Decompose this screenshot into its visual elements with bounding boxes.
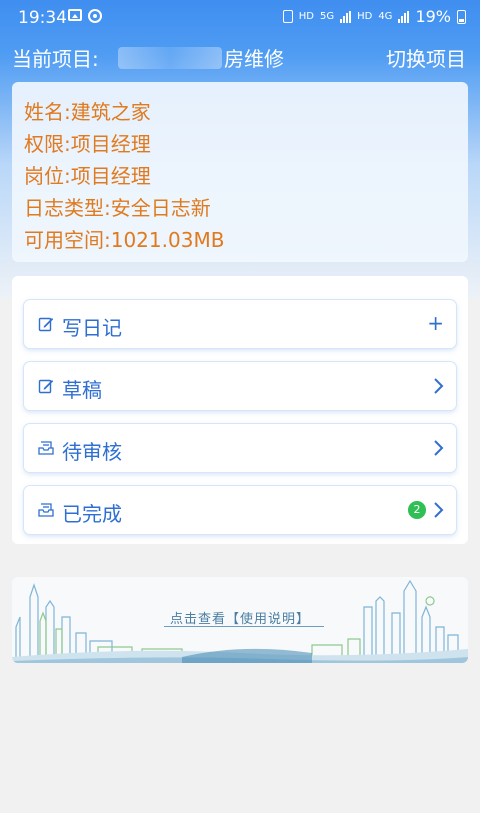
status-bar: 19:34 HD 5G HD 4G 19% [0,0,480,36]
write-diary-label: 写日记 [62,316,122,340]
pending-review-label: 待审核 [62,440,122,464]
write-diary-item[interactable]: 写日记 + [24,300,456,348]
inbox-icon [38,441,54,455]
5g-label: 5G [319,11,335,22]
info-permission: 权限:项目经理 [24,132,151,156]
switch-project-button[interactable]: 切换项目 [386,43,466,72]
hd-label-2: HD [357,11,373,22]
status-right: HD 5G HD 4G 19% [282,7,466,26]
status-left-icons [68,9,102,23]
4g-label: 4G [378,11,393,22]
instructions-banner[interactable]: 点击查看【使用说明】 [12,577,468,663]
add-icon: + [427,311,444,335]
chevron-right-icon [434,378,444,394]
menu-card: 写日记 + 草稿 待审核 已完成 2 [12,276,468,544]
sim-icon [282,10,293,23]
project-label: 当前项目: [12,47,99,71]
record-notification-icon [88,9,102,23]
redacted-project-prefix [118,46,222,69]
pending-review-item[interactable]: 待审核 [24,424,456,472]
user-info-card: 姓名:建筑之家 权限:项目经理 岗位:项目经理 日志类型:安全日志新 可用空间:… [12,82,468,262]
chevron-right-icon [434,502,444,518]
battery-icon [457,9,466,24]
info-position: 岗位:项目经理 [24,164,151,188]
info-log-type: 日志类型:安全日志新 [24,196,211,220]
current-project: 房维修 [118,43,284,72]
usage-instructions-link[interactable]: 点击查看【使用说明】 [12,608,468,627]
link-underline [164,626,324,627]
info-name: 姓名:建筑之家 [24,100,151,124]
image-notification-icon [68,9,82,21]
inbox-icon [38,503,54,517]
completed-label: 已完成 [62,502,122,526]
info-space: 可用空间:1021.03MB [24,228,225,252]
edit-icon [38,317,54,332]
signal-icon-1 [340,10,352,23]
signal-icon-2 [398,10,410,23]
edit-icon [38,379,54,394]
completed-item[interactable]: 已完成 2 [24,486,456,534]
battery-percent: 19% [415,7,451,26]
draft-label: 草稿 [62,378,102,402]
draft-item[interactable]: 草稿 [24,362,456,410]
hd-label-1: HD [298,11,314,22]
status-time: 19:34 [18,8,67,28]
chevron-right-icon [434,440,444,456]
completed-count-badge: 2 [408,501,426,519]
project-header: 当前项目: 房维修 切换项目 [0,40,480,74]
project-name: 房维修 [224,47,284,71]
